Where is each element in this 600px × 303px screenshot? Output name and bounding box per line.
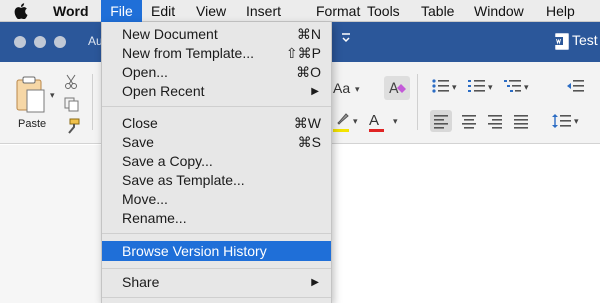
menu-item-label: Browse Version History [122, 243, 267, 259]
menu-item-shortcut: ⇧⌘P [285, 45, 321, 61]
menu-item-browse-version-history[interactable]: Browse Version History [102, 241, 331, 261]
menu-window[interactable]: Window [474, 0, 524, 22]
ribbon-separator [92, 74, 93, 130]
justify-button[interactable] [510, 110, 532, 132]
menu-insert[interactable]: Insert [246, 0, 281, 22]
change-case-button[interactable]: Aa [333, 80, 350, 96]
menu-view[interactable]: View [196, 0, 226, 22]
submenu-arrow-icon: ▶ [311, 277, 319, 288]
minimize-window-button[interactable] [34, 36, 46, 48]
paste-label: Paste [18, 118, 47, 130]
menu-item-move[interactable]: Move... [102, 190, 331, 209]
font-color-swatch [369, 129, 384, 132]
menu-item-label: Close [122, 115, 158, 131]
menu-item-label: Rename... [122, 210, 187, 226]
menu-item-label: New from Template... [122, 45, 255, 61]
menu-item-label: Save a Copy... [122, 153, 213, 169]
menu-help[interactable]: Help [546, 0, 575, 22]
menu-separator [102, 297, 331, 298]
word-document-icon [555, 33, 569, 50]
maximize-window-button[interactable] [54, 36, 66, 48]
menu-separator [102, 106, 331, 107]
menu-item-save-a-copy[interactable]: Save a Copy... [102, 152, 331, 171]
clipboard-icon [14, 74, 48, 119]
numbering-icon[interactable] [468, 78, 486, 99]
menu-separator [102, 233, 331, 234]
decrease-indent-icon[interactable] [566, 78, 584, 99]
menu-format[interactable]: Format [316, 0, 360, 22]
menu-item-label: Save as Template... [122, 172, 245, 188]
menu-separator [102, 268, 331, 269]
document-title: Test [572, 32, 598, 48]
menu-bar: Word File Edit View Insert Format Tools … [0, 0, 600, 22]
menu-file[interactable]: File [101, 0, 142, 22]
align-right-button[interactable] [484, 110, 506, 132]
menu-item-label: Open Recent [122, 83, 205, 99]
font-color-icon[interactable]: A [369, 112, 379, 129]
menu-edit[interactable]: Edit [151, 0, 175, 22]
menu-item-close[interactable]: Close ⌘W [102, 114, 331, 133]
customize-toolbar-caret-icon[interactable] [341, 32, 351, 47]
menu-item-shortcut: ⌘N [296, 26, 321, 42]
menu-item-label: Move... [122, 191, 168, 207]
bullets-caret-icon[interactable]: ▾ [452, 82, 457, 93]
menu-item-label: Save [122, 134, 154, 150]
highlight-color-swatch [333, 129, 349, 132]
line-spacing-caret-icon[interactable]: ▾ [574, 116, 579, 127]
align-left-button[interactable] [430, 110, 452, 132]
menu-table[interactable]: Table [421, 0, 454, 22]
multilevel-list-caret-icon[interactable]: ▾ [524, 82, 529, 93]
menu-item-open[interactable]: Open... ⌘O [102, 63, 331, 82]
highlight-caret-icon[interactable]: ▾ [353, 116, 358, 127]
multilevel-list-icon[interactable] [504, 78, 522, 99]
menu-tools[interactable]: Tools [367, 0, 400, 22]
menu-item-label: Share [122, 274, 160, 290]
menu-item-share[interactable]: Share ▶ [102, 273, 331, 292]
paste-button[interactable]: ▾ Paste [10, 70, 55, 132]
menu-item-save[interactable]: Save ⌘S [102, 133, 331, 152]
menu-item-save-as-template[interactable]: Save as Template... [102, 171, 331, 190]
ribbon-separator [417, 74, 418, 130]
menu-app-word[interactable]: Word [53, 0, 89, 22]
menu-item-new-from-template[interactable]: New from Template... ⇧⌘P [102, 44, 331, 63]
copy-icon[interactable] [64, 97, 79, 117]
close-window-button[interactable] [14, 36, 26, 48]
bullets-icon[interactable] [432, 78, 450, 99]
paste-options-caret-icon[interactable]: ▾ [50, 90, 55, 101]
change-case-caret-icon[interactable]: ▾ [355, 84, 360, 95]
file-menu: New Document ⌘N New from Template... ⇧⌘P… [101, 22, 332, 303]
menu-item-new-document[interactable]: New Document ⌘N [102, 25, 331, 44]
menu-item-shortcut: ⌘S [297, 134, 321, 150]
line-spacing-icon[interactable] [552, 112, 572, 135]
menu-item-label: New Document [122, 26, 218, 42]
clear-formatting-icon[interactable]: A [384, 76, 410, 100]
font-color-caret-icon[interactable]: ▾ [393, 116, 398, 127]
menu-item-rename[interactable]: Rename... [102, 209, 331, 228]
svg-text:A: A [389, 81, 399, 97]
menu-item-label: Open... [122, 64, 168, 80]
numbering-caret-icon[interactable]: ▾ [488, 82, 493, 93]
align-center-button[interactable] [458, 110, 480, 132]
menu-item-open-recent[interactable]: Open Recent ▶ [102, 82, 331, 101]
format-painter-icon[interactable] [64, 118, 80, 139]
menu-item-shortcut: ⌘W [293, 115, 321, 131]
apple-icon[interactable] [14, 0, 30, 22]
submenu-arrow-icon: ▶ [311, 86, 319, 97]
menu-item-shortcut: ⌘O [296, 64, 321, 80]
scissors-icon[interactable] [64, 74, 78, 95]
